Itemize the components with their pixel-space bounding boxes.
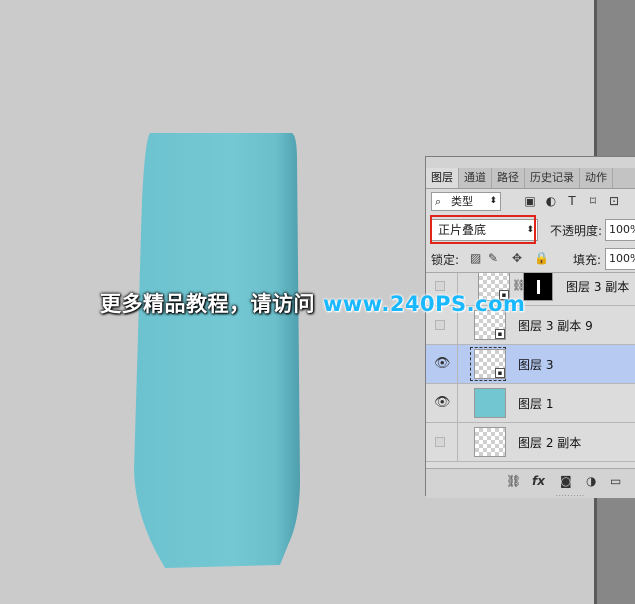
fill-input[interactable]: 100% [605,248,635,270]
layer-name: 图层 2 副本 [518,436,582,450]
layer-thumbnail [474,427,506,457]
shape-filter-icon[interactable]: ⌑ [585,193,601,209]
layer-mask-thumbnail[interactable] [523,273,553,301]
visibility-toggle[interactable]: 👁 [426,345,458,384]
panel-tabs: 图层 通道 路径 历史记录 动作 [426,168,635,189]
filter-label: 类型 [451,195,473,208]
watermark: 更多精品教程，请访问 www.240PS.com [100,288,525,318]
smart-object-icon: ▪ [495,368,505,378]
link-icon[interactable]: ⛓ [506,474,521,488]
chevron-updown-icon: ⬍ [489,196,497,206]
image-filter-icon[interactable]: ▣ [522,193,538,209]
tab-history[interactable]: 历史记录 [525,168,580,188]
search-icon: ⌕ [435,195,442,208]
visibility-off-box [435,437,445,447]
tab-paths[interactable]: 路径 [492,168,525,188]
layer-name: 图层 3 副本 9 [518,319,593,333]
resize-grip[interactable]: ·········· [556,493,585,500]
visibility-toggle[interactable] [426,423,458,462]
opacity-input[interactable]: 100% [605,219,635,241]
lock-position-icon[interactable]: ✥ [512,251,522,265]
layer-thumbnail [474,388,506,418]
layer-name: 图层 3 副本 [566,280,630,294]
layer-filter-select[interactable]: ⌕ 类型 ⬍ [431,192,501,211]
panel-grip[interactable] [426,157,635,168]
folder-icon[interactable]: ▭ [610,474,621,488]
eye-icon: 👁 [434,356,451,371]
layers-panel: 图层 通道 路径 历史记录 动作 ⌕ 类型 ⬍ ▣ ◐ T ⌑ ⊡ 正片叠底 ⬍… [425,156,635,500]
watermark-url: www.240PS.com [323,292,526,316]
layers-bottom-toolbar: ⛓ fx ◙ ◑ ▭ ·········· [426,468,635,500]
tab-layers[interactable]: 图层 [426,168,459,188]
opacity-label: 不透明度: [550,224,603,238]
layer-thumbnail: ▪ [474,349,506,379]
adjustment-icon[interactable]: ◑ [586,474,596,488]
fill-label: 填充: [573,253,602,267]
lock-label: 锁定: [431,253,460,267]
fx-icon[interactable]: fx [532,474,545,488]
smart-object-icon: ▪ [495,329,505,339]
lock-transparent-icon[interactable]: ▨ [470,251,481,265]
tab-actions[interactable]: 动作 [580,168,613,188]
text-filter-icon[interactable]: T [564,193,580,209]
eye-icon: 👁 [434,395,451,410]
mask-icon[interactable]: ◙ [560,474,572,488]
visibility-off-box [435,320,445,330]
adjustment-filter-icon[interactable]: ◐ [543,193,559,209]
watermark-text: 更多精品教程，请访问 [100,292,315,316]
layer-row[interactable]: 图层 2 副本 [426,423,635,462]
layer-row[interactable]: 👁 图层 1 [426,384,635,423]
layer-name: 图层 3 [518,358,554,372]
filter-row: ⌕ 类型 ⬍ ▣ ◐ T ⌑ ⊡ [430,192,635,214]
tab-channels[interactable]: 通道 [459,168,492,188]
layer-name: 图层 1 [518,397,554,411]
layer-row-selected[interactable]: 👁 ▪ 图层 3 [426,345,635,384]
visibility-toggle[interactable]: 👁 [426,384,458,423]
blend-mode-highlight [430,215,536,244]
lock-pixels-icon[interactable]: ✎ [488,251,498,265]
smart-object-filter-icon[interactable]: ⊡ [606,193,622,209]
lock-row: 锁定: ▨ ✎ ✥ 🔒 填充: 100% [426,248,635,270]
lock-all-icon[interactable]: 🔒 [534,251,549,265]
